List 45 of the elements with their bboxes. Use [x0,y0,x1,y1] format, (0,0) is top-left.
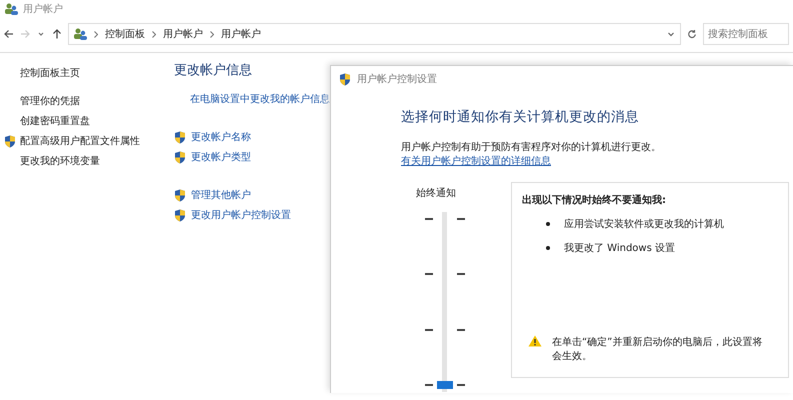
address-bar[interactable]: 控制面板 用户帐户 用户帐户 [68,23,681,45]
breadcrumb[interactable]: 用户帐户 [163,27,203,41]
slider-thumb[interactable] [437,381,453,389]
users-icon [73,28,87,40]
task-link[interactable]: 更改帐户类型 [191,150,251,164]
bullet-item: 我更改了 Windows 设置 [564,242,675,255]
description: 用户帐户控制有助于预防有害程序对你的计算机进行更改。 [401,140,662,154]
chevron-icon [152,30,156,38]
breadcrumb[interactable]: 用户帐户 [221,27,261,41]
details-link[interactable]: 有关用户帐户控制设置的详细信息 [401,156,551,167]
notification-slider[interactable] [425,212,465,392]
window-title: 用户帐户 [23,2,63,16]
back-icon[interactable] [4,29,14,39]
bullet-item: 应用尝试安装软件或更改我的计算机 [564,218,724,231]
task-link[interactable]: 管理其他帐户 [191,188,251,202]
shield-icon [174,188,186,202]
sidebar-link[interactable]: 管理你的凭据 [20,94,80,108]
sidebar-link[interactable]: 更改我的环境变量 [20,154,100,168]
bullet-icon [546,246,550,250]
sidebar-link[interactable]: 配置高级用户配置文件属性 [20,134,140,148]
slider-label: 始终通知 [416,186,456,200]
info-title: 出现以下情况时始终不要通知我: [522,194,667,207]
dialog-heading: 选择何时通知你有关计算机更改的消息 [401,108,640,126]
task-link[interactable]: 在电脑设置中更改我的帐户信息 [190,92,330,106]
shield-icon [174,130,186,144]
shield-icon [339,72,351,86]
bullet-icon [546,222,550,226]
sidebar-link[interactable]: 控制面板主页 [20,66,80,80]
up-icon[interactable] [52,29,62,39]
chevron-icon [210,30,214,38]
shield-icon [174,208,186,222]
shield-icon [174,150,186,164]
shield-icon [4,134,16,148]
search-field[interactable]: 搜索控制面板 [703,23,789,45]
section-heading: 更改帐户信息 [174,62,253,79]
warning-icon [528,335,542,347]
dialog-title: 用户帐户控制设置 [357,72,437,86]
users-icon [4,3,18,15]
task-link[interactable]: 更改帐户名称 [191,130,251,144]
refresh-icon[interactable] [687,29,697,39]
warning-text: 在单击“确定”并重新启动你的电脑后，此设置将会生效。 [552,336,764,363]
sidebar-link[interactable]: 创建密码重置盘 [20,114,90,128]
chevron-icon [94,30,98,38]
task-link[interactable]: 更改用户帐户控制设置 [191,208,291,222]
breadcrumb[interactable]: 控制面板 [105,27,145,41]
